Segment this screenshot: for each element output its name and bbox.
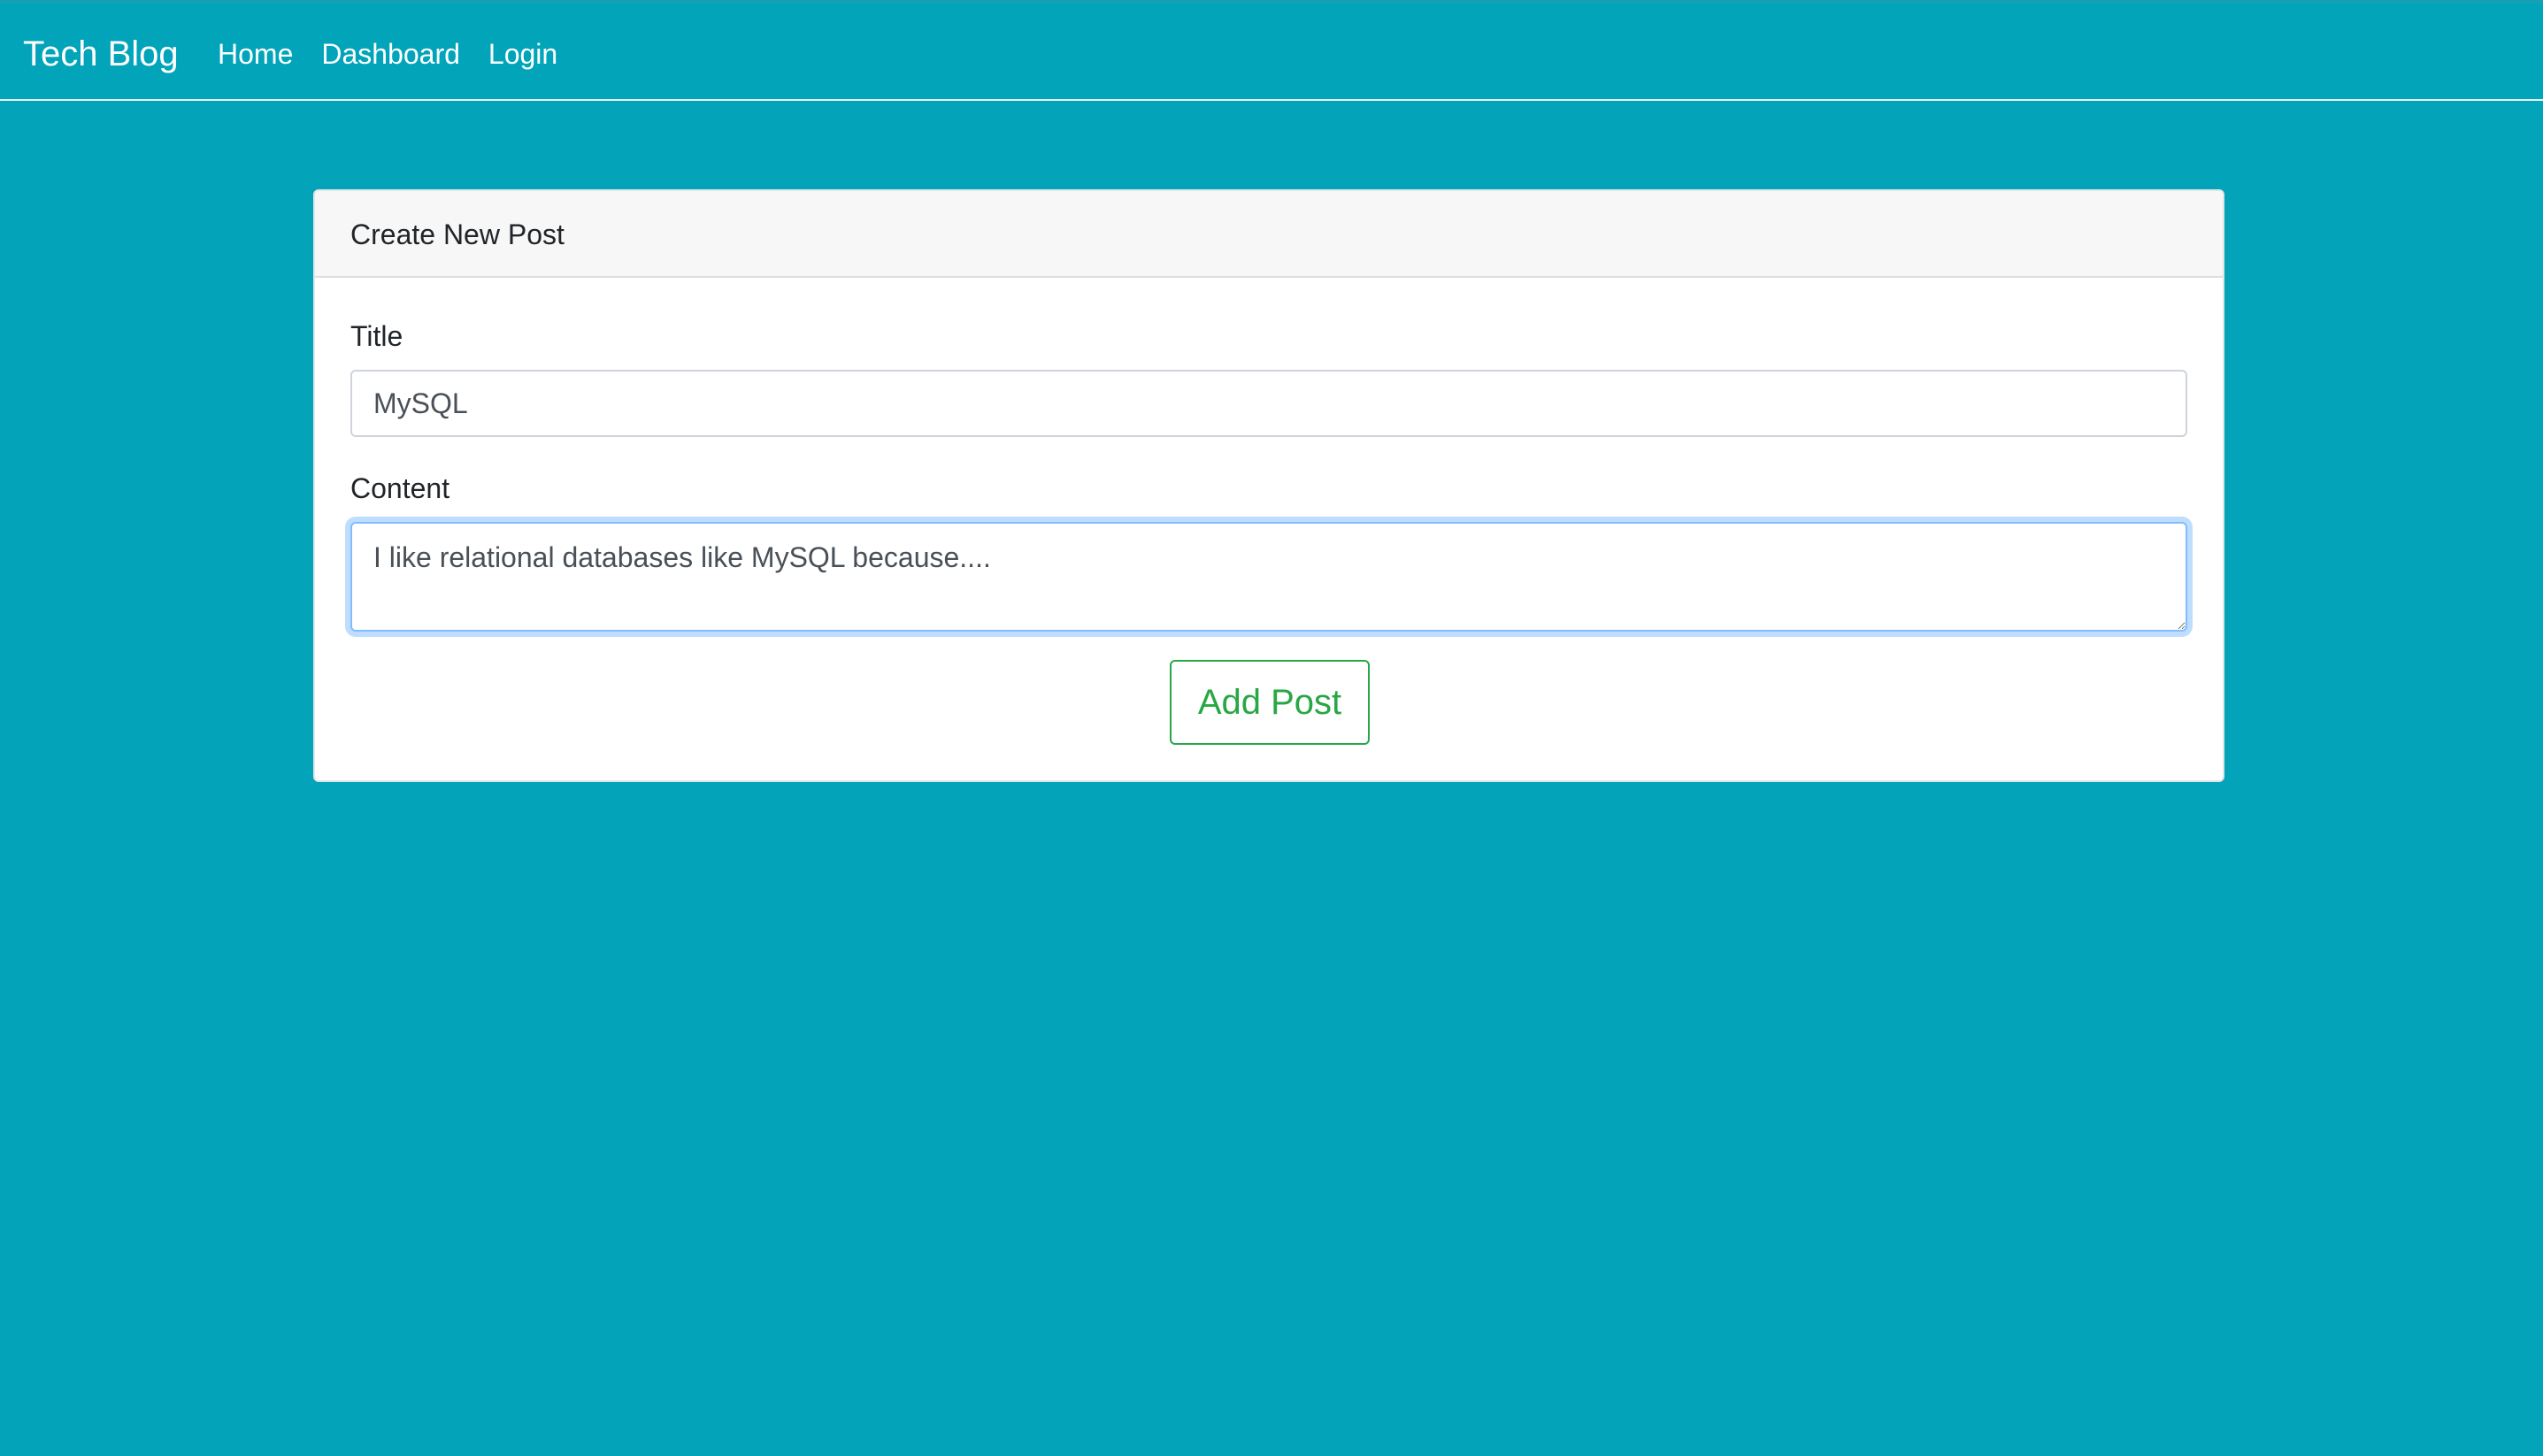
create-post-card: Create New Post Title Content I like rel… [313,189,2224,782]
add-post-button[interactable]: Add Post [1170,660,1370,745]
nav-link-login[interactable]: Login [488,36,557,72]
title-input[interactable] [350,370,2187,437]
nav-links: Home Dashboard Login [218,36,557,72]
card-title: Create New Post [350,218,565,250]
content-textarea[interactable]: I like relational databases like MySQL b… [350,522,2187,632]
title-label: Title [350,320,403,352]
brand-link[interactable]: Tech Blog [23,33,179,75]
navbar: Tech Blog Home Dashboard Login [0,4,2543,101]
nav-link-home[interactable]: Home [218,36,293,72]
card-header: Create New Post [315,191,2223,278]
nav-link-dashboard[interactable]: Dashboard [321,36,460,72]
content-label: Content [350,472,450,504]
